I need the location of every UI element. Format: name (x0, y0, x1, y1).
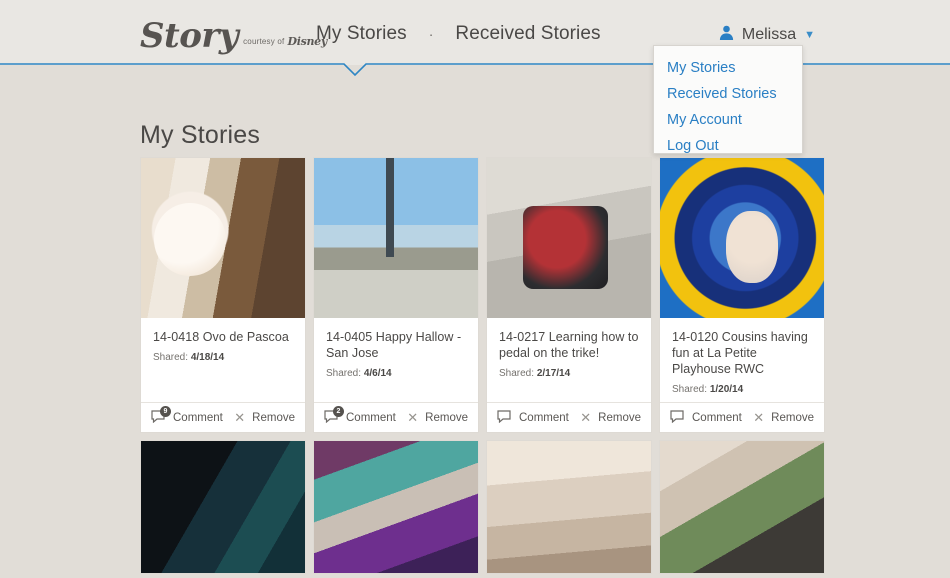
nav-item-received-stories[interactable]: Received Stories (455, 23, 600, 45)
close-x-icon: ✕ (234, 410, 246, 425)
story-card-actions: 9 Comment ✕ Remove (141, 402, 305, 432)
user-menu-trigger[interactable]: Melissa ▼ (718, 24, 815, 46)
story-card[interactable] (140, 440, 306, 574)
speech-bubble-icon (670, 409, 685, 426)
main-navigation: My Stories · Received Stories (316, 23, 601, 45)
dropdown-item-my-stories[interactable]: My Stories (654, 55, 802, 81)
photo-image (141, 441, 305, 573)
shared-label: Shared: (326, 368, 362, 379)
story-card-body: 14-0120 Cousins having fun at La Petite … (660, 318, 824, 402)
photo-image (487, 441, 651, 573)
remove-label: Remove (425, 411, 468, 424)
comment-label: Comment (692, 411, 742, 424)
remove-label: Remove (598, 411, 641, 424)
story-card[interactable]: 14-0418 Ovo de Pascoa Shared: 4/18/14 9 Com… (140, 157, 306, 433)
remove-button[interactable]: ✕ Remove (234, 411, 295, 424)
nav-separator: · (428, 25, 434, 42)
story-shared-date: Shared: 1/20/14 (672, 384, 812, 395)
story-card-actions: Comment ✕ Remove (487, 402, 651, 432)
comment-button[interactable]: Comment (497, 409, 569, 426)
story-card-title: 14-0120 Cousins having fun at La Petite … (672, 330, 808, 376)
close-x-icon: ✕ (580, 410, 592, 425)
photo-image (314, 441, 478, 573)
shared-label: Shared: (672, 384, 708, 395)
story-card[interactable] (313, 440, 479, 574)
remove-button[interactable]: ✕ Remove (753, 411, 814, 424)
story-card-actions: Comment ✕ Remove (660, 402, 824, 432)
story-card[interactable]: 14-0120 Cousins having fun at La Petite … (659, 157, 825, 433)
logo-courtesy-text: courtesy of (243, 37, 285, 46)
photo-image (660, 441, 824, 573)
photo-image (141, 158, 305, 318)
story-logo[interactable]: Story courtesy of Disney (140, 13, 327, 53)
main-content: My Stories 14-0418 Ovo de Pascoa Shared: … (0, 65, 950, 578)
shared-date-value: 4/18/14 (190, 352, 225, 363)
remove-button[interactable]: ✕ Remove (580, 411, 641, 424)
story-card[interactable] (659, 440, 825, 574)
speech-bubble-icon (497, 409, 512, 426)
photo-cousins-playhouse[interactable] (660, 158, 824, 318)
remove-button[interactable]: ✕ Remove (407, 411, 468, 424)
comment-label: Comment (173, 411, 223, 424)
story-card-title: 14-0217 Learning how to pedal on the tri… (499, 330, 639, 360)
remove-label: Remove (771, 411, 814, 424)
story-card-title: 14-0405 Happy Hallow - San Jose (326, 330, 462, 360)
shared-date-value: 1/20/14 (709, 384, 744, 395)
photo-image (660, 158, 824, 318)
photo-image (487, 158, 651, 318)
photo-image (314, 158, 478, 318)
user-dropdown-menu: My Stories Received Stories My Account L… (653, 45, 803, 154)
story-card-body: 14-0405 Happy Hallow - San Jose Shared: 4… (314, 318, 478, 402)
close-x-icon: ✕ (407, 410, 419, 425)
story-card[interactable]: 14-0405 Happy Hallow - San Jose Shared: 4… (313, 157, 479, 433)
shared-date-value: 2/17/14 (536, 368, 571, 379)
comment-button[interactable]: Comment (670, 409, 742, 426)
story-card-grid: 14-0418 Ovo de Pascoa Shared: 4/18/14 9 Com… (140, 157, 830, 574)
story-card-body: 14-0418 Ovo de Pascoa Shared: 4/18/14 (141, 318, 305, 402)
comment-button[interactable]: 9 Comment (151, 405, 223, 426)
story-card[interactable]: 14-0217 Learning how to pedal on the tri… (486, 157, 652, 433)
story-shared-date: Shared: 4/18/14 (153, 352, 293, 363)
shared-label: Shared: (499, 368, 535, 379)
person-icon (718, 24, 735, 46)
photo-happy-hallow-san-jose[interactable] (314, 158, 478, 318)
comment-label: Comment (519, 411, 569, 424)
story-shared-date: Shared: 2/17/14 (499, 368, 639, 379)
page-title: My Stories (140, 121, 261, 149)
story-card-title: 14-0418 Ovo de Pascoa (153, 330, 289, 344)
photo-ovo-de-pascoa[interactable] (141, 158, 305, 318)
remove-label: Remove (252, 411, 295, 424)
story-card-actions: 2 Comment ✕ Remove (314, 402, 478, 432)
user-name-label: Melissa (741, 26, 797, 43)
story-card[interactable] (486, 440, 652, 574)
photo-living-room[interactable] (487, 441, 651, 573)
logo-wordmark: Story (140, 16, 239, 56)
comment-label: Comment (346, 411, 396, 424)
site-header: Story courtesy of Disney My Stories · Re… (0, 0, 950, 77)
chevron-down-icon: ▼ (804, 28, 815, 41)
shared-date-value: 4/6/14 (363, 368, 392, 379)
shared-label: Shared: (153, 352, 189, 363)
photo-gym-class[interactable] (314, 441, 478, 573)
photo-climbing-net[interactable] (141, 441, 305, 573)
dropdown-item-log-out[interactable]: Log Out (654, 133, 802, 159)
close-x-icon: ✕ (753, 410, 765, 425)
nav-item-my-stories[interactable]: My Stories (316, 23, 407, 45)
comment-button[interactable]: 2 Comment (324, 405, 396, 426)
photo-learning-to-pedal[interactable] (487, 158, 651, 318)
story-card-body: 14-0217 Learning how to pedal on the tri… (487, 318, 651, 402)
photo-hallway-bowling[interactable] (660, 441, 824, 573)
story-shared-date: Shared: 4/6/14 (326, 368, 466, 379)
comment-count-badge: 2 (333, 405, 344, 417)
comment-count-badge: 9 (160, 405, 171, 417)
dropdown-item-my-account[interactable]: My Account (654, 107, 802, 133)
dropdown-item-received-stories[interactable]: Received Stories (654, 81, 802, 107)
